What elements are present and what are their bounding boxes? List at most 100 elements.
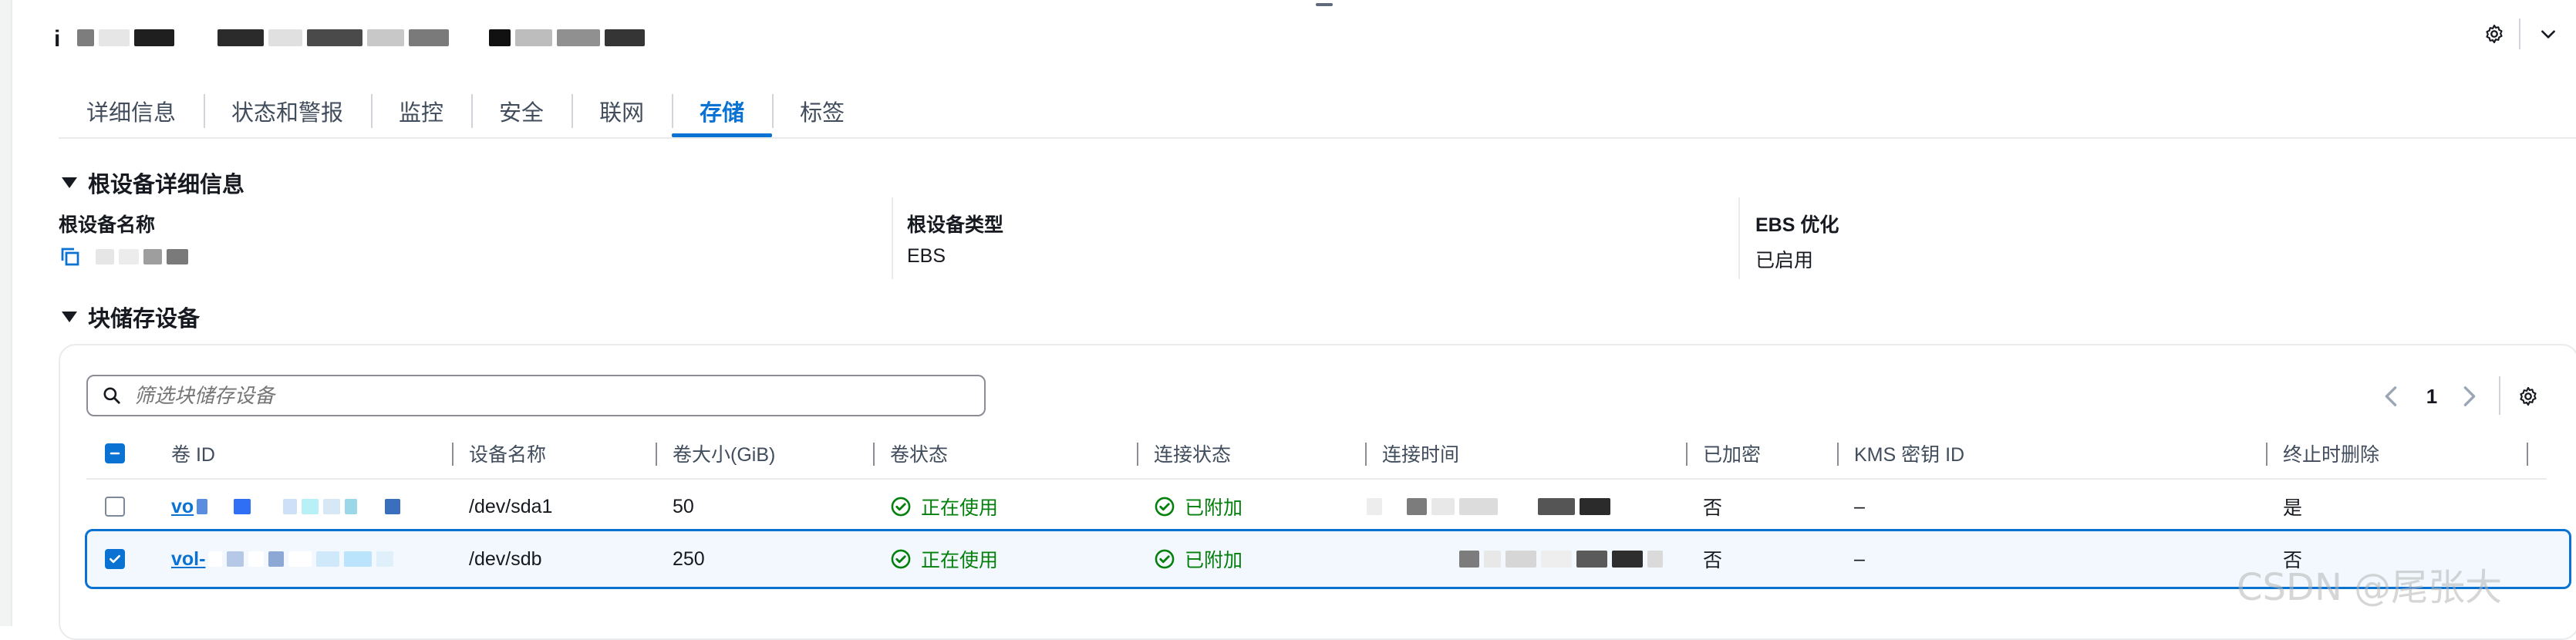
chevron-right-icon[interactable] — [2454, 379, 2485, 413]
attach-state-text: 已附加 — [1185, 550, 1243, 571]
attach-state-cell: 已附加 — [1154, 493, 1242, 520]
redacted-volume-id — [197, 499, 405, 514]
col-volume-state-label: 卷状态 — [890, 444, 949, 466]
instance-header: i — [54, 20, 649, 59]
pager-divider — [2499, 376, 2500, 415]
col-attach-state[interactable]: 连接状态 — [1137, 433, 1232, 473]
redacted-volume-id — [208, 551, 398, 567]
delete-on-termination-cell: 是 — [2283, 497, 2303, 519]
attach-state-cell: 已附加 — [1154, 545, 1242, 573]
search-icon — [102, 386, 122, 406]
col-delete-on-termination[interactable]: 终止时删除 — [2266, 433, 2380, 473]
select-all-cell — [105, 433, 125, 473]
encrypted-cell: 否 — [1703, 497, 1723, 519]
col-attach-time-label: 连接时间 — [1382, 444, 1460, 466]
redacted-attach-time — [1459, 551, 1667, 568]
root-device-name-label: 根设备名称 — [59, 214, 156, 236]
tab-storage[interactable]: 存储 — [672, 85, 773, 137]
col-attach-time[interactable]: 连接时间 — [1365, 433, 1460, 473]
tab-security[interactable]: 安全 — [471, 85, 572, 137]
page-number[interactable]: 1 — [2414, 379, 2450, 413]
table-settings-gear-icon[interactable] — [2511, 379, 2545, 413]
volume-id-link[interactable]: vo — [171, 496, 405, 518]
caret-down-icon — [62, 177, 77, 188]
volume-size-cell: 250 — [673, 547, 705, 570]
success-circle-icon — [1155, 497, 1175, 517]
block-devices-section-title: 块储存设备 — [88, 307, 201, 332]
device-name-cell: /dev/sda1 — [469, 495, 553, 517]
delete-on-termination-cell: 否 — [2283, 550, 2303, 571]
success-circle-icon — [891, 497, 911, 517]
col-encrypted-label: 已加密 — [1703, 444, 1762, 466]
col-volume-id[interactable]: 卷 ID — [171, 433, 215, 473]
root-device-section-title: 根设备详细信息 — [88, 173, 245, 197]
caret-down-icon — [62, 312, 77, 322]
success-circle-icon — [1155, 549, 1175, 569]
filter-input[interactable] — [133, 382, 907, 409]
col-device-name-label: 设备名称 — [469, 444, 547, 466]
table-row[interactable]: vol- /dev/sdb 250 正在使用 已附加 否 – 否 — [86, 534, 2547, 584]
attach-time-cell — [1367, 481, 1615, 532]
volume-size-cell: 50 — [673, 495, 694, 517]
volume-id-text: vo — [171, 495, 194, 517]
row-checkbox[interactable] — [105, 549, 125, 569]
block-devices-section-toggle[interactable]: 块储存设备 — [62, 301, 200, 333]
kms-key-cell: – — [1854, 495, 1865, 517]
left-rail — [0, 0, 12, 626]
copy-icon[interactable] — [59, 245, 82, 268]
col-delete-on-termination-label: 终止时删除 — [2283, 444, 2380, 466]
ebs-optimized-value: 已启用 — [1755, 250, 1814, 271]
kv-divider — [892, 197, 893, 279]
header-divider — [2519, 19, 2520, 49]
volume-id-text: vol- — [171, 547, 206, 570]
root-device-type: 根设备类型 EBS — [907, 210, 1003, 268]
ebs-optimized-label: EBS 优化 — [1755, 214, 1839, 236]
redacted-device-name — [96, 249, 193, 264]
ebs-optimized: EBS 优化 已启用 — [1755, 210, 1839, 273]
root-device-name-value-row — [59, 245, 193, 268]
volume-id-link[interactable]: vol- — [171, 548, 398, 571]
chevron-left-icon[interactable] — [2375, 379, 2406, 413]
row-checkbox[interactable] — [105, 497, 125, 517]
tab-monitoring[interactable]: 监控 — [371, 85, 471, 137]
col-device-name[interactable]: 设备名称 — [452, 433, 547, 473]
volume-state-cell: 正在使用 — [890, 493, 998, 520]
col-kms-key-id[interactable]: KMS 密钥 ID — [1837, 433, 1965, 473]
tab-networking[interactable]: 联网 — [572, 85, 672, 137]
resize-handle[interactable] — [1316, 3, 1333, 6]
col-encrypted[interactable]: 已加密 — [1686, 433, 1762, 473]
volume-state-cell: 正在使用 — [890, 545, 998, 573]
attach-time-cell — [1459, 534, 1667, 584]
root-device-section-toggle[interactable]: 根设备详细信息 — [62, 167, 244, 199]
tab-bar: 详细信息 状态和警报 监控 安全 联网 存储 标签 — [59, 85, 872, 137]
col-volume-state[interactable]: 卷状态 — [873, 433, 949, 473]
table-header: 卷 ID 设备名称 卷大小(GiB) 卷状态 连接状态 连接时间 已加密 KMS… — [86, 433, 2547, 473]
volume-state-text: 正在使用 — [921, 550, 999, 571]
kms-key-cell: – — [1854, 547, 1865, 570]
root-device-type-value: EBS — [907, 245, 946, 267]
encrypted-cell: 否 — [1703, 550, 1723, 571]
select-all-checkbox[interactable] — [105, 443, 125, 463]
root-device-name: 根设备名称 — [59, 210, 193, 268]
col-kms-key-id-label: KMS 密钥 ID — [1854, 444, 1965, 466]
tabs-divider — [59, 137, 2576, 139]
kv-divider — [1738, 197, 1740, 279]
device-name-cell: /dev/sdb — [469, 547, 542, 570]
row-divider — [86, 478, 2547, 480]
success-circle-icon — [891, 549, 911, 569]
table-row[interactable]: vo /dev/sda1 50 正在使用 已附加 否 – 是 — [86, 481, 2547, 532]
tab-status-alarms[interactable]: 状态和警报 — [204, 85, 371, 137]
instance-id-prefix: i — [54, 26, 61, 52]
redacted-attach-time — [1367, 498, 1615, 515]
col-attach-state-label: 连接状态 — [1154, 444, 1232, 466]
redacted-instance-id — [77, 29, 649, 50]
col-volume-size[interactable]: 卷大小(GiB) — [656, 433, 776, 473]
filter-field[interactable] — [86, 375, 986, 416]
col-volume-size-label: 卷大小(GiB) — [673, 444, 776, 466]
tab-tags[interactable]: 标签 — [772, 85, 872, 137]
chevron-down-icon[interactable] — [2533, 19, 2564, 49]
volume-state-text: 正在使用 — [921, 497, 999, 519]
settings-gear-icon[interactable] — [2479, 19, 2510, 49]
root-device-type-label: 根设备类型 — [907, 214, 1004, 236]
tab-details[interactable]: 详细信息 — [59, 85, 204, 137]
